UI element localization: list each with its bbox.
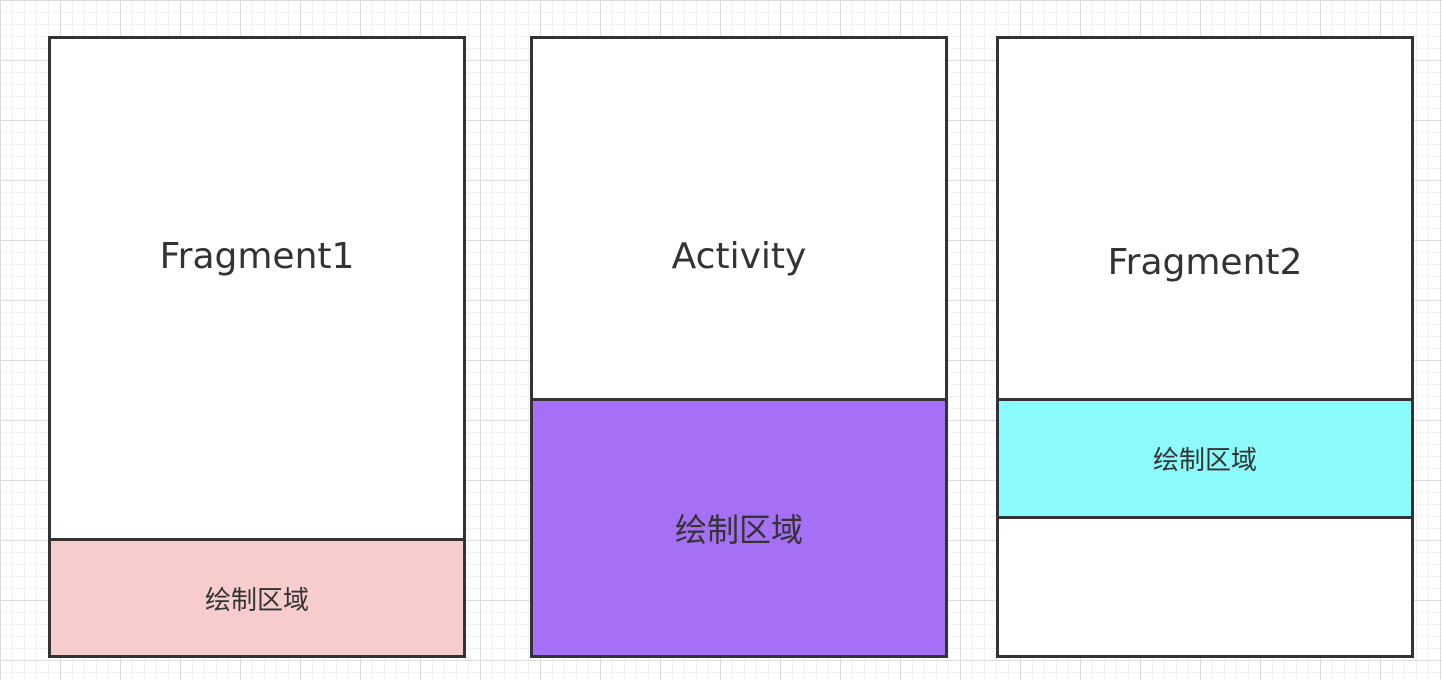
draw-region: 绘制区域 — [533, 398, 945, 655]
draw-region: 绘制区域 — [999, 398, 1411, 519]
panel-title: Fragment1 — [159, 236, 355, 277]
draw-region: 绘制区域 — [51, 538, 463, 655]
draw-region-label: 绘制区域 — [204, 585, 309, 616]
draw-region-label: 绘制区域 — [1152, 446, 1257, 476]
fragment1-panel: Fragment1 绘制区域 — [48, 36, 466, 658]
panel-title: Fragment2 — [1107, 242, 1303, 283]
panel-title: Activity — [671, 236, 807, 277]
activity-panel: Activity 绘制区域 — [530, 36, 948, 658]
fragment2-panel: Fragment2 绘制区域 — [996, 36, 1414, 658]
draw-region-label: 绘制区域 — [674, 511, 803, 549]
